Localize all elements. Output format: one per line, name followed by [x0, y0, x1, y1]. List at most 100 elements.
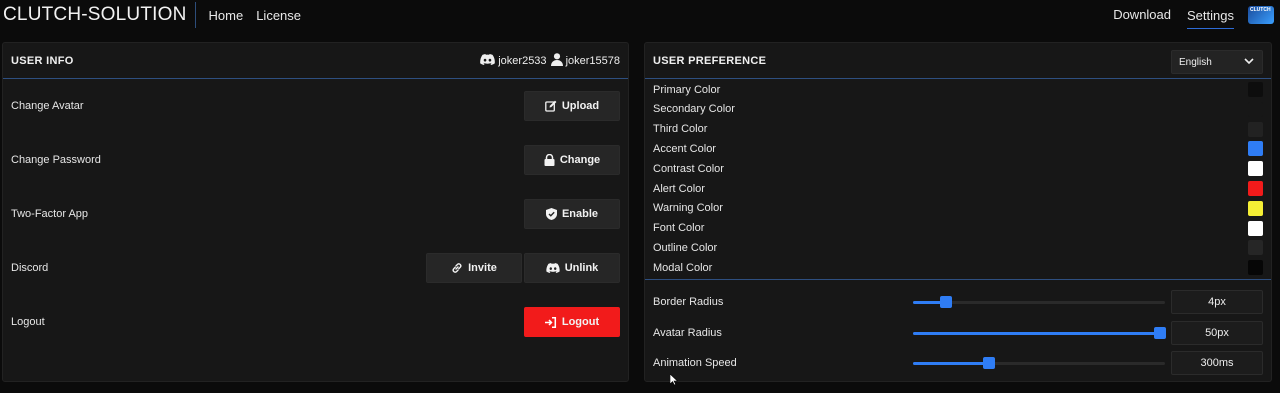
slider-track[interactable] — [913, 326, 1166, 339]
divider — [645, 279, 1271, 280]
color-label: Third Color — [653, 123, 708, 136]
color-label: Font Color — [653, 222, 705, 235]
user-account: joker15578 — [550, 53, 620, 69]
nav-left: CLUTCH-SOLUTION Home License — [0, 2, 301, 28]
color-swatch[interactable] — [1248, 240, 1263, 256]
color-swatch[interactable] — [1248, 141, 1263, 157]
lock-icon — [544, 154, 555, 166]
slider-fill — [913, 331, 1160, 335]
top-nav: CLUTCH-SOLUTION Home License Download Se… — [0, 0, 1280, 30]
slider-fill — [913, 362, 989, 365]
slider-track[interactable] — [913, 296, 1165, 308]
slider-thumb[interactable] — [982, 357, 995, 369]
logout-button[interactable]: Logout — [524, 307, 620, 337]
upload-label: Upload — [561, 100, 600, 112]
slider-label: Animation Speed — [653, 357, 737, 369]
user-icon — [550, 53, 563, 69]
slider-thumb[interactable] — [1153, 326, 1166, 339]
color-label: Modal Color — [653, 261, 713, 274]
logout-label: Logout — [11, 316, 45, 328]
color-setting-row: Primary Color — [653, 80, 1263, 99]
color-label: Contrast Color — [653, 162, 724, 175]
two-factor-label: Two-Factor App — [11, 208, 89, 220]
sign-in-icon — [544, 316, 557, 328]
color-setting-row: Secondary Color — [653, 100, 1263, 119]
slider-setting-row: Animation Speed 300ms — [653, 351, 1263, 375]
color-setting-row: Outline Color — [653, 238, 1263, 257]
change-avatar-label: Change Avatar — [11, 100, 84, 112]
panel-title: USER PREFERENCE — [653, 54, 767, 67]
enable-2fa-button[interactable]: Enable — [524, 199, 620, 229]
user-preference-panel: USER PREFERENCE English Primary Color Sec… — [644, 42, 1272, 382]
invite-label: Invite — [468, 262, 497, 274]
nav-link-settings[interactable]: Settings — [1187, 8, 1234, 29]
panel-title: USER INFO — [11, 54, 74, 67]
color-setting-row: Third Color — [653, 120, 1263, 139]
color-label: Secondary Color — [653, 103, 735, 116]
language-value: English — [1179, 56, 1212, 68]
color-setting-row: Accent Color — [653, 139, 1263, 158]
color-setting-row: Warning Color — [653, 199, 1263, 218]
nav-link-home[interactable]: Home — [209, 8, 244, 23]
slider-label: Avatar Radius — [653, 326, 722, 339]
slider-setting-row: Avatar Radius 50px — [653, 320, 1263, 345]
logout-row: Logout Logout — [11, 307, 620, 337]
discord-row: Discord Invite Unlink — [11, 253, 620, 283]
account-username: joker15578 — [565, 55, 620, 67]
slider-value-input[interactable]: 4px — [1171, 290, 1263, 314]
color-swatch[interactable] — [1248, 121, 1263, 137]
discord-label: Discord — [11, 262, 49, 274]
color-label: Outline Color — [653, 241, 718, 254]
brand-logo[interactable]: CLUTCH-SOLUTION — [0, 2, 196, 28]
slider-setting-row: Border Radius 4px — [653, 290, 1263, 314]
avatar[interactable]: CLUTCH — [1248, 6, 1274, 24]
nav-right: Download Settings CLUTCH — [1097, 0, 1280, 30]
discord-icon — [480, 54, 496, 68]
color-swatch[interactable] — [1248, 101, 1263, 117]
change-label: Change — [559, 154, 601, 166]
color-setting-row: Alert Color — [653, 179, 1263, 198]
change-avatar-row: Change Avatar Upload — [11, 91, 620, 121]
slider-thumb[interactable] — [939, 296, 952, 308]
edit-icon — [545, 100, 557, 112]
color-swatch[interactable] — [1248, 220, 1263, 236]
color-label: Accent Color — [653, 142, 716, 155]
shield-check-icon — [545, 208, 557, 220]
discord-icon — [546, 263, 560, 273]
color-label: Alert Color — [653, 182, 705, 195]
color-setting-row: Font Color — [653, 219, 1263, 238]
color-setting-row: Contrast Color — [653, 159, 1263, 178]
slider-track[interactable] — [913, 357, 1165, 369]
user-preference-header: USER PREFERENCE English — [645, 43, 1271, 79]
two-factor-row: Two-Factor App Enable — [11, 199, 620, 229]
avatar-text: CLUTCH — [1250, 7, 1271, 13]
user-info-panel: USER INFO joker2533 joker15578 Change Av… — [2, 42, 629, 382]
color-swatch[interactable] — [1248, 260, 1263, 276]
enable-label: Enable — [561, 208, 599, 220]
nav-link-license[interactable]: License — [256, 8, 301, 23]
change-password-label: Change Password — [11, 154, 101, 166]
logout-button-label: Logout — [561, 316, 600, 328]
mouse-cursor-icon — [669, 373, 679, 389]
slider-label: Border Radius — [653, 296, 724, 308]
color-swatch[interactable] — [1248, 161, 1263, 177]
invite-button[interactable]: Invite — [426, 253, 522, 283]
link-icon — [451, 262, 463, 274]
color-swatch[interactable] — [1248, 82, 1263, 97]
user-info-header: USER INFO joker2533 joker15578 — [3, 43, 628, 79]
nav-link-download[interactable]: Download — [1113, 7, 1171, 24]
change-password-row: Change Password Change — [11, 145, 620, 175]
upload-button[interactable]: Upload — [524, 91, 620, 121]
linked-accounts: joker2533 joker15578 — [480, 43, 620, 79]
color-setting-row: Modal Color — [653, 258, 1263, 277]
color-label: Primary Color — [653, 83, 721, 96]
change-password-button[interactable]: Change — [524, 145, 620, 175]
color-swatch[interactable] — [1248, 181, 1263, 196]
language-select[interactable]: English — [1171, 50, 1263, 74]
discord-account: joker2533 — [480, 54, 547, 68]
color-swatch[interactable] — [1248, 200, 1263, 216]
chevron-down-icon — [1243, 55, 1255, 70]
slider-value-input[interactable]: 50px — [1171, 320, 1263, 345]
slider-value-input[interactable]: 300ms — [1171, 351, 1263, 375]
unlink-button[interactable]: Unlink — [524, 253, 620, 283]
